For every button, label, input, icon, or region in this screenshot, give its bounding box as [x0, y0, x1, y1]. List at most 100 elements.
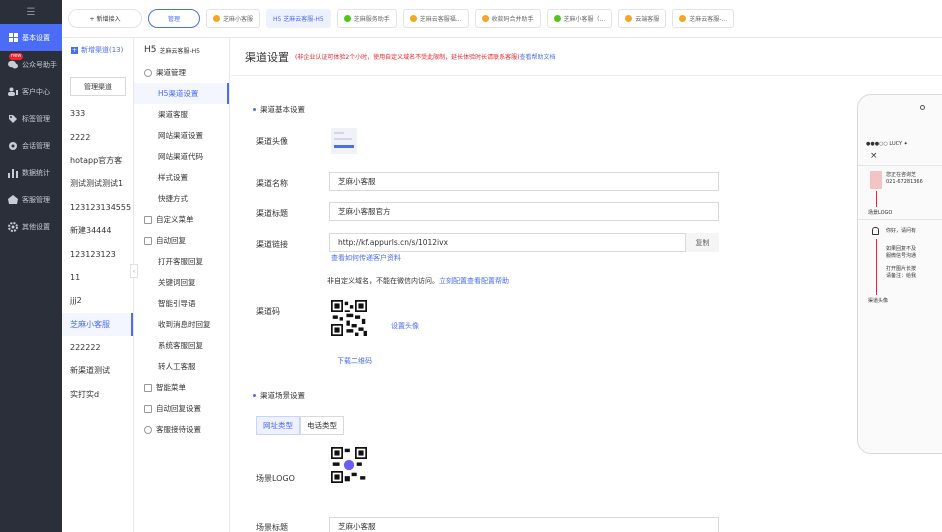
- group-smart-menu[interactable]: 智能菜单: [134, 377, 229, 398]
- submenu-system-reply[interactable]: 系统客服回复: [134, 335, 229, 356]
- submenu-keyword-reply[interactable]: 关键词回复: [134, 272, 229, 293]
- new-channel-button[interactable]: + 新增渠道(13): [62, 38, 133, 62]
- tab-phone-type[interactable]: 电话类型: [300, 416, 344, 435]
- tab-label: 芝麻云客服-...: [689, 16, 728, 23]
- avatar-icon: [872, 227, 879, 235]
- tab-channel[interactable]: 收款码合并助手: [474, 9, 541, 28]
- channel-item[interactable]: 2222: [62, 125, 133, 148]
- scene-title-input[interactable]: 芝麻小客服: [329, 517, 719, 532]
- nav-item-label: 公众号助手: [22, 60, 57, 69]
- tab-channel-current[interactable]: H5 芝麻云客服-H5: [266, 9, 331, 28]
- channel-item[interactable]: 测试测试测试1: [62, 172, 133, 195]
- collapse-icon[interactable]: ‹: [130, 264, 138, 278]
- channel-name-input[interactable]: 芝麻小客服: [329, 172, 719, 191]
- channel-item[interactable]: 123123123: [62, 242, 133, 265]
- channel-item[interactable]: 222222: [62, 336, 133, 359]
- nav-item-other-settings[interactable]: 其他设置: [0, 213, 62, 240]
- tab-label: 芝麻云客服福...: [419, 16, 462, 23]
- scene-logo-thumb: [870, 171, 882, 189]
- tab-channel[interactable]: 芝麻服务助手: [336, 9, 397, 28]
- avatar-label: 渠道头像: [256, 137, 288, 146]
- nav-item-service-management[interactable]: 客服管理: [0, 186, 62, 213]
- submenu-website-channel-code[interactable]: 网站渠道代码: [134, 146, 229, 167]
- channel-item[interactable]: jjj2: [62, 289, 133, 312]
- menu-icon[interactable]: ☰: [0, 0, 62, 24]
- gear-icon: [8, 221, 18, 232]
- manage-channels-button[interactable]: 管理渠道: [70, 77, 126, 96]
- configure-now-link[interactable]: 立刻配置: [439, 277, 467, 285]
- scene-type-tabs: 网址类型 电话类型: [256, 416, 344, 435]
- channel-item[interactable]: 实打实d: [62, 383, 133, 406]
- scene-logo-qr[interactable]: [331, 447, 367, 483]
- download-qr-link[interactable]: 下载二维码: [337, 356, 372, 366]
- submenu-open-reply[interactable]: 打开客服回复: [134, 251, 229, 272]
- list-icon: [144, 383, 152, 392]
- submenu-website-channel-settings[interactable]: 网站渠道设置: [134, 125, 229, 146]
- notice-body: (非企业认证可体验2个小时，使用自定义域名不受此限制，延长体验时长请联系客服): [295, 54, 520, 61]
- submenu-style-settings[interactable]: 样式设置: [134, 167, 229, 188]
- new-channel-label: 新增渠道(13): [81, 46, 124, 54]
- nav-item-basic-settings[interactable]: 基本设置: [0, 24, 62, 51]
- tab-channel[interactable]: 云端客服: [618, 9, 667, 28]
- avatar[interactable]: [331, 128, 357, 154]
- cloud-icon: [8, 195, 18, 205]
- submenu-smart-guide[interactable]: 智能引导语: [134, 293, 229, 314]
- submenu-h5-channel-settings[interactable]: H5渠道设置: [134, 83, 229, 104]
- bar-chart-icon: [8, 168, 18, 178]
- group-auto-reply-settings[interactable]: 自动回复设置: [134, 398, 229, 419]
- phone-faq1: 如果回复不及: [886, 246, 917, 252]
- tag-icon: [8, 114, 18, 124]
- arrow-line: [876, 239, 877, 295]
- group-auto-reply[interactable]: 自动回复: [134, 230, 229, 251]
- manage-button[interactable]: 管理: [148, 9, 200, 28]
- nav-item-session-management[interactable]: 会话管理: [0, 132, 62, 159]
- scene-logo-annotation: 场景LOGO: [868, 210, 893, 216]
- tab-channel[interactable]: 芝麻云客服福...: [402, 9, 469, 28]
- tab-channel[interactable]: 芝麻云客服-...: [672, 9, 735, 28]
- submenu-header: H5 芝麻云客服-H5: [134, 38, 229, 62]
- nav-item-customer-center[interactable]: 客户中心: [0, 78, 62, 105]
- group-label: 智能菜单: [156, 383, 186, 392]
- channel-item[interactable]: 新渠道测试: [62, 359, 133, 382]
- phone-status: ●●●○○ LUCY ✦: [866, 141, 908, 147]
- nav-item-label: 客服管理: [22, 195, 50, 204]
- channel-item[interactable]: hotapp官方客: [62, 149, 133, 172]
- channel-type-icon: [481, 15, 489, 22]
- group-custom-menu[interactable]: 自定义菜单: [134, 209, 229, 230]
- nav-item-statistics[interactable]: 数据统计: [0, 159, 62, 186]
- tab-url-type[interactable]: 网址类型: [256, 416, 300, 435]
- channel-type-icon: [679, 15, 687, 22]
- group-reception-settings[interactable]: 客服接待设置: [134, 419, 229, 440]
- app-root: ☰ 基本设置 new 公众号助手 客户中心 标签管理 会话管理 数据统计 客服管…: [0, 0, 942, 532]
- channel-title-input[interactable]: 芝麻小客服官方: [329, 202, 719, 221]
- group-channel-management[interactable]: 渠道管理: [134, 62, 229, 83]
- help-doc-link[interactable]: 查看帮助文档: [520, 54, 556, 61]
- add-access-button[interactable]: + 新增接入: [68, 9, 142, 28]
- submenu-transfer-human[interactable]: 转人工客服: [134, 356, 229, 377]
- wechat-icon: [553, 15, 561, 22]
- nav-item-wechat-assistant[interactable]: new 公众号助手: [0, 51, 62, 78]
- qr-label: 渠道码: [256, 307, 280, 316]
- submenu-shortcut[interactable]: 快捷方式: [134, 188, 229, 209]
- channel-item[interactable]: 新建34444: [62, 219, 133, 242]
- nav-item-tag-management[interactable]: 标签管理: [0, 105, 62, 132]
- channel-item[interactable]: 333: [62, 102, 133, 125]
- copy-button[interactable]: 复制: [685, 233, 719, 252]
- channel-item[interactable]: 11: [62, 266, 133, 289]
- channel-type: H5: [144, 45, 157, 55]
- nav-item-label: 会话管理: [22, 141, 50, 150]
- channel-item-selected[interactable]: 芝麻小客服: [62, 312, 133, 336]
- channel-link-input[interactable]: http://kf.appurls.cn/s/1012ivx: [329, 233, 719, 252]
- set-avatar-link[interactable]: 设置头像: [391, 321, 419, 331]
- config-help-link[interactable]: 查看配置帮助: [467, 277, 509, 285]
- plus-icon: +: [71, 46, 78, 54]
- submenu-message-reply[interactable]: 收到消息时回复: [134, 314, 229, 335]
- tab-channel[interactable]: 芝麻小客服: [206, 9, 261, 28]
- customer-data-link[interactable]: 查看如何传递客户资料: [331, 253, 401, 263]
- wechat-icon: [343, 15, 351, 22]
- close-icon: ×: [870, 151, 878, 161]
- channel-type-icon: [409, 15, 417, 22]
- tab-channel[interactable]: 芝麻小客服（...: [546, 9, 613, 28]
- submenu-channel-service[interactable]: 渠道客服: [134, 104, 229, 125]
- channel-item[interactable]: 123123134555: [62, 196, 133, 219]
